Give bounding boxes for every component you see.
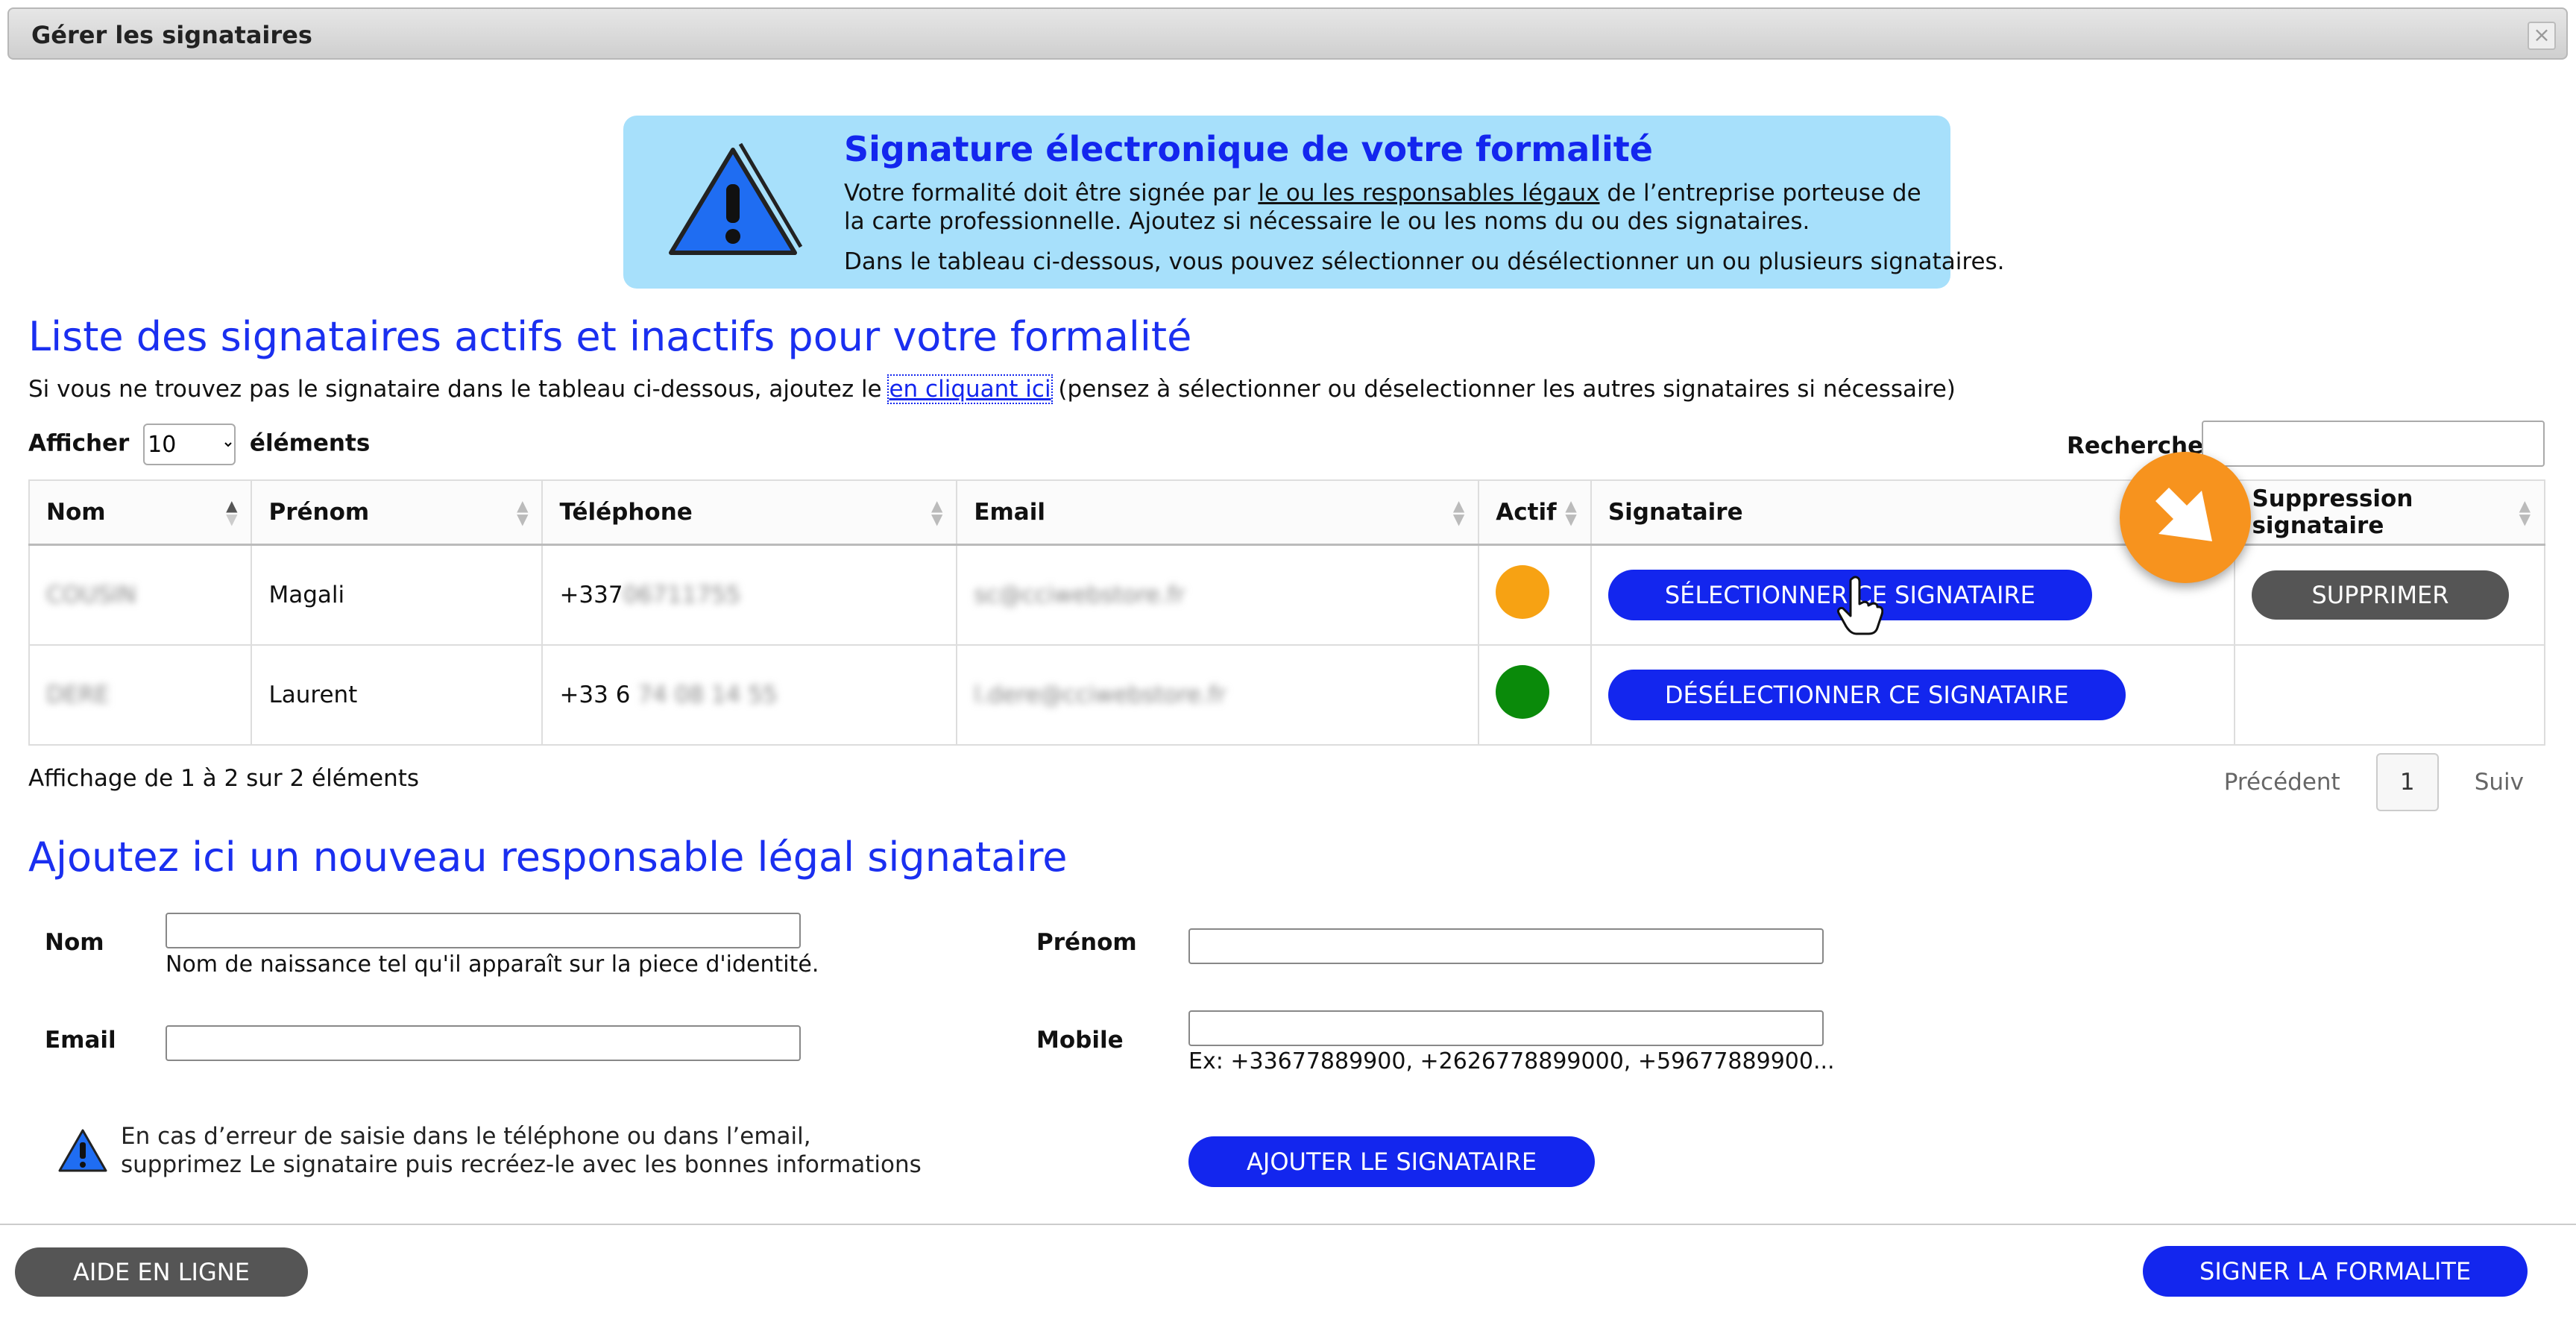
cell-email: sc@cciwebstore.fr xyxy=(956,544,1480,646)
col-suppression-label: Suppression signataire xyxy=(2252,485,2413,539)
length-label-after: éléments xyxy=(249,429,371,457)
col-email-label: Email xyxy=(974,499,1045,526)
page-length-control: Afficher 10 éléments xyxy=(28,424,370,465)
alert-line1-prefix: Votre formalité doit être signée par xyxy=(844,180,1259,207)
search-input[interactable] xyxy=(2202,421,2545,467)
tel-hidden: 06711755 xyxy=(623,582,741,608)
delete-signatory-button[interactable]: SUPPRIMER xyxy=(2252,570,2509,620)
tel-visible: +337 xyxy=(559,582,623,608)
nom-value: COUSIN xyxy=(46,582,136,608)
sort-icon: ▲ ▼ xyxy=(517,497,529,528)
sort-icon: ▲ ▼ xyxy=(2519,497,2531,528)
col-signataire-label: Signataire xyxy=(1607,499,1743,526)
page-length-select[interactable]: 10 xyxy=(143,424,236,465)
col-telephone-label: Téléphone xyxy=(559,499,693,526)
tel-visible: +33 6 xyxy=(559,682,631,708)
pagination: Précédent 1 Suiv xyxy=(2224,753,2524,811)
cell-prenom: Laurent xyxy=(251,644,544,746)
status-dot-orange xyxy=(1496,565,1550,619)
online-help-button[interactable]: AIDE EN LIGNE xyxy=(15,1247,308,1297)
nom-value: DERE xyxy=(46,682,110,708)
sign-formality-button[interactable]: SIGNER LA FORMALITE xyxy=(2143,1246,2528,1297)
cell-actif xyxy=(1478,644,1592,746)
cell-suppression xyxy=(2234,644,2545,746)
alert-line-2: la carte professionnelle. Ajoutez si néc… xyxy=(844,208,1810,235)
nom-label: Nom xyxy=(45,929,104,956)
prenom-label: Prénom xyxy=(1036,929,1137,956)
table-info: Affichage de 1 à 2 sur 2 éléments xyxy=(28,765,420,792)
cell-nom: DERE xyxy=(28,644,253,746)
manage-signatories-dialog: Gérer les signataires × Signature électr… xyxy=(0,0,2576,1325)
cell-telephone: +33 6 74 08 14 55 xyxy=(541,644,958,746)
col-email[interactable]: Email ▲ ▼ xyxy=(956,479,1480,546)
dialog-title: Gérer les signataires xyxy=(31,21,312,49)
hand-pointer-icon xyxy=(1837,576,1883,635)
footer-divider xyxy=(0,1224,2576,1225)
pager-next[interactable]: Suiv xyxy=(2475,769,2524,796)
intro-suffix: (pensez à sélectionner ou déselectionner… xyxy=(1051,376,1956,403)
col-telephone[interactable]: Téléphone ▲ ▼ xyxy=(541,479,958,546)
arrow-cursor-icon xyxy=(2120,452,2251,583)
dialog-titlebar: Gérer les signataires × xyxy=(7,7,2568,60)
add-signatory-link[interactable]: en cliquant ici xyxy=(887,374,1053,404)
mobile-field[interactable] xyxy=(1188,1010,1824,1046)
nom-field[interactable] xyxy=(166,913,801,948)
warning-triangle-icon xyxy=(669,142,803,255)
mobile-hint: Ex: +33677889900, +2626778899000, +59677… xyxy=(1188,1048,1835,1074)
legal-responsables-link[interactable]: le ou les responsables légaux xyxy=(1258,180,1599,207)
cell-suppression: SUPPRIMER xyxy=(2234,544,2545,646)
alert-title: Signature électronique de votre formalit… xyxy=(844,129,1653,169)
sort-icon: ▲ ▼ xyxy=(1452,497,1465,528)
close-icon[interactable]: × xyxy=(2528,22,2556,50)
alert-line1-suffix: de l’entreprise porteuse de xyxy=(1599,180,1921,207)
col-prenom[interactable]: Prénom ▲ ▼ xyxy=(251,479,544,546)
email-field[interactable] xyxy=(166,1025,801,1061)
input-error-warning: En cas d’erreur de saisie dans le téléph… xyxy=(121,1122,922,1179)
prenom-field[interactable] xyxy=(1188,928,1824,964)
email-value: sc@cciwebstore.fr xyxy=(974,582,1185,608)
cell-actif xyxy=(1478,544,1592,646)
col-nom[interactable]: Nom ▲ ▼ xyxy=(28,479,253,546)
cell-signataire: DÉSÉLECTIONNER CE SIGNATAIRE xyxy=(1590,644,2236,746)
alert-line-1: Votre formalité doit être signée par le … xyxy=(844,180,1921,207)
col-prenom-label: Prénom xyxy=(268,499,370,526)
e-signature-alert: Signature électronique de votre formalit… xyxy=(623,116,2005,289)
col-nom-label: Nom xyxy=(46,499,106,526)
sort-icon: ▲ ▼ xyxy=(1565,497,1577,528)
col-suppression[interactable]: Suppression signataire ▲ ▼ xyxy=(2234,479,2545,546)
pager-page-1[interactable]: 1 xyxy=(2375,753,2439,811)
email-label: Email xyxy=(45,1027,116,1054)
warning-line-2: supprimez Le signataire puis recréez-le … xyxy=(121,1151,922,1178)
nom-hint: Nom de naissance tel qu'il apparaît sur … xyxy=(166,951,819,978)
warning-triangle-icon xyxy=(58,1129,107,1172)
cell-nom: COUSIN xyxy=(28,544,253,646)
warning-line-1: En cas d’erreur de saisie dans le téléph… xyxy=(121,1123,811,1150)
cell-email: l.dere@cciwebstore.fr xyxy=(956,644,1480,746)
intro-prefix: Si vous ne trouvez pas le signataire dan… xyxy=(28,376,889,403)
tel-hidden: 74 08 14 55 xyxy=(637,682,778,708)
sort-icon: ▲ ▼ xyxy=(226,497,238,528)
pager-previous[interactable]: Précédent xyxy=(2224,769,2340,796)
status-dot-green xyxy=(1496,665,1550,719)
mobile-label: Mobile xyxy=(1036,1027,1124,1054)
add-signatory-button[interactable]: AJOUTER LE SIGNATAIRE xyxy=(1188,1136,1596,1187)
col-actif-label: Actif xyxy=(1496,499,1557,526)
new-signatory-heading: Ajoutez ici un nouveau responsable légal… xyxy=(28,834,1068,881)
cell-prenom: Magali xyxy=(251,544,544,646)
length-label-before: Afficher xyxy=(28,429,130,457)
alert-line-3: Dans le tableau ci-dessous, vous pouvez … xyxy=(844,248,2005,275)
signatories-list-heading: Liste des signataires actifs et inactifs… xyxy=(28,313,1192,360)
deselect-signatory-button[interactable]: DÉSÉLECTIONNER CE SIGNATAIRE xyxy=(1607,670,2126,720)
table-row: DERE Laurent +33 6 74 08 14 55 l.dere@cc… xyxy=(28,644,2545,746)
list-intro: Si vous ne trouvez pas le signataire dan… xyxy=(28,374,1956,404)
cell-telephone: +33706711755 xyxy=(541,544,958,646)
sort-icon: ▲ ▼ xyxy=(930,497,943,528)
email-value: l.dere@cciwebstore.fr xyxy=(974,682,1226,708)
col-actif[interactable]: Actif ▲ ▼ xyxy=(1478,479,1592,546)
